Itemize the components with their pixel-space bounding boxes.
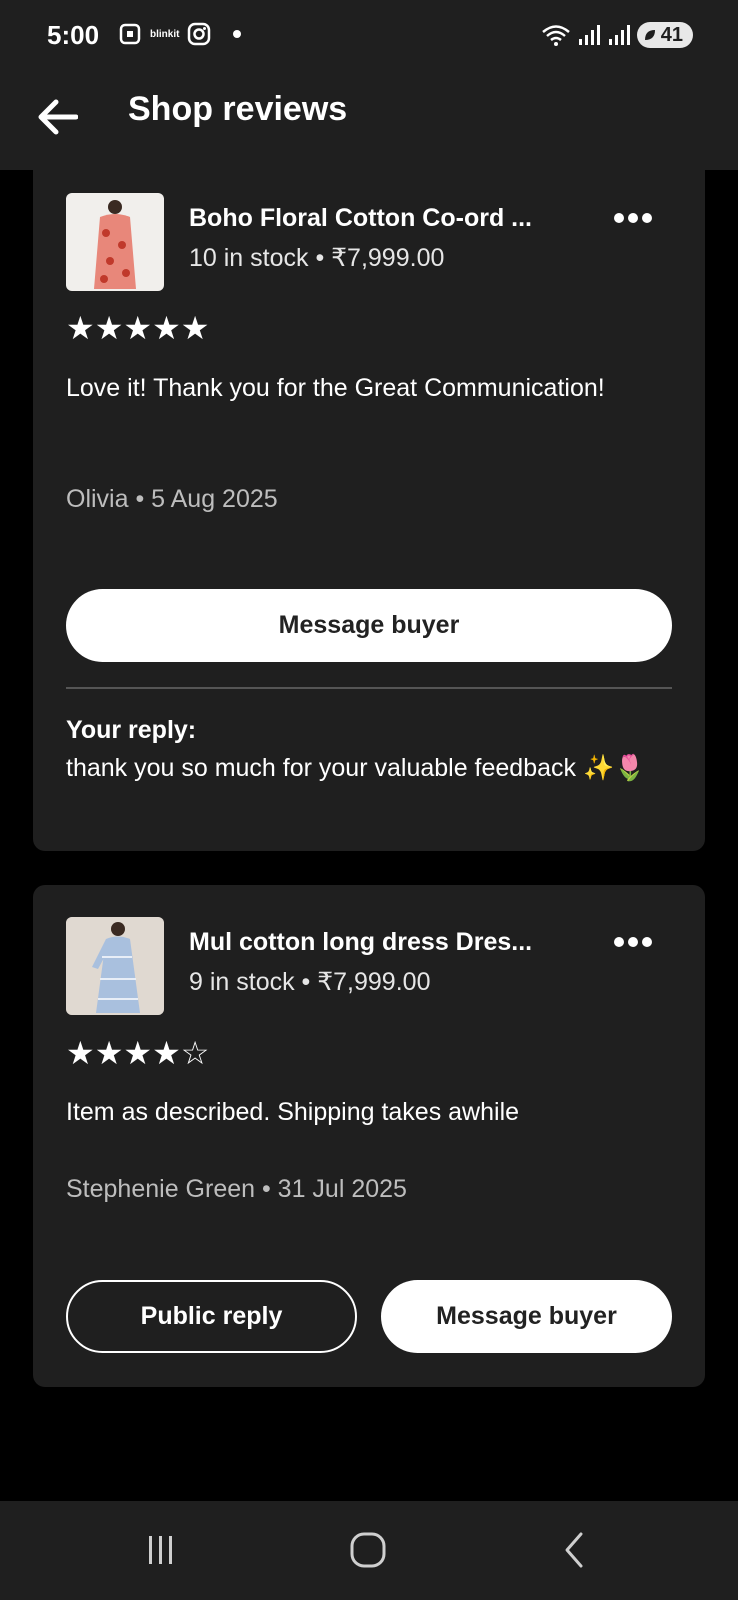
more-options-button[interactable] xyxy=(609,928,657,956)
public-reply-button[interactable]: Public reply xyxy=(66,1280,357,1353)
review-card: Mul cotton long dress Dres... 9 in stock… xyxy=(33,885,705,1387)
recent-apps-icon xyxy=(149,1536,172,1564)
more-dot xyxy=(642,937,652,947)
wifi-icon xyxy=(541,25,570,46)
page-title: Shop reviews xyxy=(128,90,348,128)
nav-back-button[interactable] xyxy=(544,1525,604,1575)
battery-saver-icon xyxy=(644,30,655,40)
battery-level: 41 xyxy=(660,23,683,46)
reply-text: thank you so much for your valuable feed… xyxy=(66,754,646,782)
recent-apps-button[interactable] xyxy=(131,1525,191,1575)
status-bar: 5:00 blinkit 41 xyxy=(0,0,738,72)
product-meta: 9 in stock • ₹7,999.00 xyxy=(189,968,431,996)
instagram-icon xyxy=(188,22,211,46)
review-card: Boho Floral Cotton Co-ord ... 10 in stoc… xyxy=(33,150,705,851)
product-meta: 10 in stock • ₹7,999.00 xyxy=(189,244,445,272)
message-buyer-button[interactable]: Message buyer xyxy=(381,1280,672,1353)
product-thumbnail[interactable] xyxy=(66,917,164,1015)
more-dot xyxy=(614,213,624,223)
notification-icons: blinkit xyxy=(118,22,242,46)
more-notifications-dot xyxy=(233,30,242,38)
divider xyxy=(66,687,672,689)
star-rating: ★★★★★ xyxy=(66,310,210,346)
back-icon xyxy=(565,1532,583,1568)
review-text: Love it! Thank you for the Great Communi… xyxy=(66,374,605,402)
arrow-left-icon xyxy=(38,99,78,135)
screenshot-icon xyxy=(119,23,141,45)
system-icons: 41 xyxy=(541,22,693,48)
status-time: 5:00 xyxy=(47,20,100,50)
reviewer-info: Olivia • 5 Aug 2025 xyxy=(66,485,278,513)
message-buyer-button[interactable]: Message buyer xyxy=(66,589,672,662)
more-dot xyxy=(628,213,638,223)
system-nav-bar xyxy=(0,1501,738,1600)
blinkit-logo: blinkit xyxy=(150,28,180,40)
battery-indicator: 41 xyxy=(636,22,693,48)
more-dot xyxy=(642,213,652,223)
star-rating: ★★★★☆ xyxy=(66,1035,210,1071)
back-button[interactable] xyxy=(30,90,84,144)
home-button[interactable] xyxy=(338,1525,398,1575)
product-title[interactable]: Boho Floral Cotton Co-ord ... xyxy=(189,204,532,233)
review-text: Item as described. Shipping takes awhile xyxy=(66,1098,520,1126)
more-options-button[interactable] xyxy=(609,204,657,232)
more-dot xyxy=(628,937,638,947)
reply-label: Your reply: xyxy=(66,716,197,744)
signal-icon xyxy=(578,25,600,45)
signal-icon xyxy=(608,25,630,45)
more-dot xyxy=(614,937,624,947)
product-title[interactable]: Mul cotton long dress Dres... xyxy=(189,928,532,957)
reviewer-info: Stephenie Green • 31 Jul 2025 xyxy=(66,1175,407,1203)
product-thumbnail[interactable] xyxy=(66,193,164,291)
home-icon xyxy=(350,1532,386,1568)
